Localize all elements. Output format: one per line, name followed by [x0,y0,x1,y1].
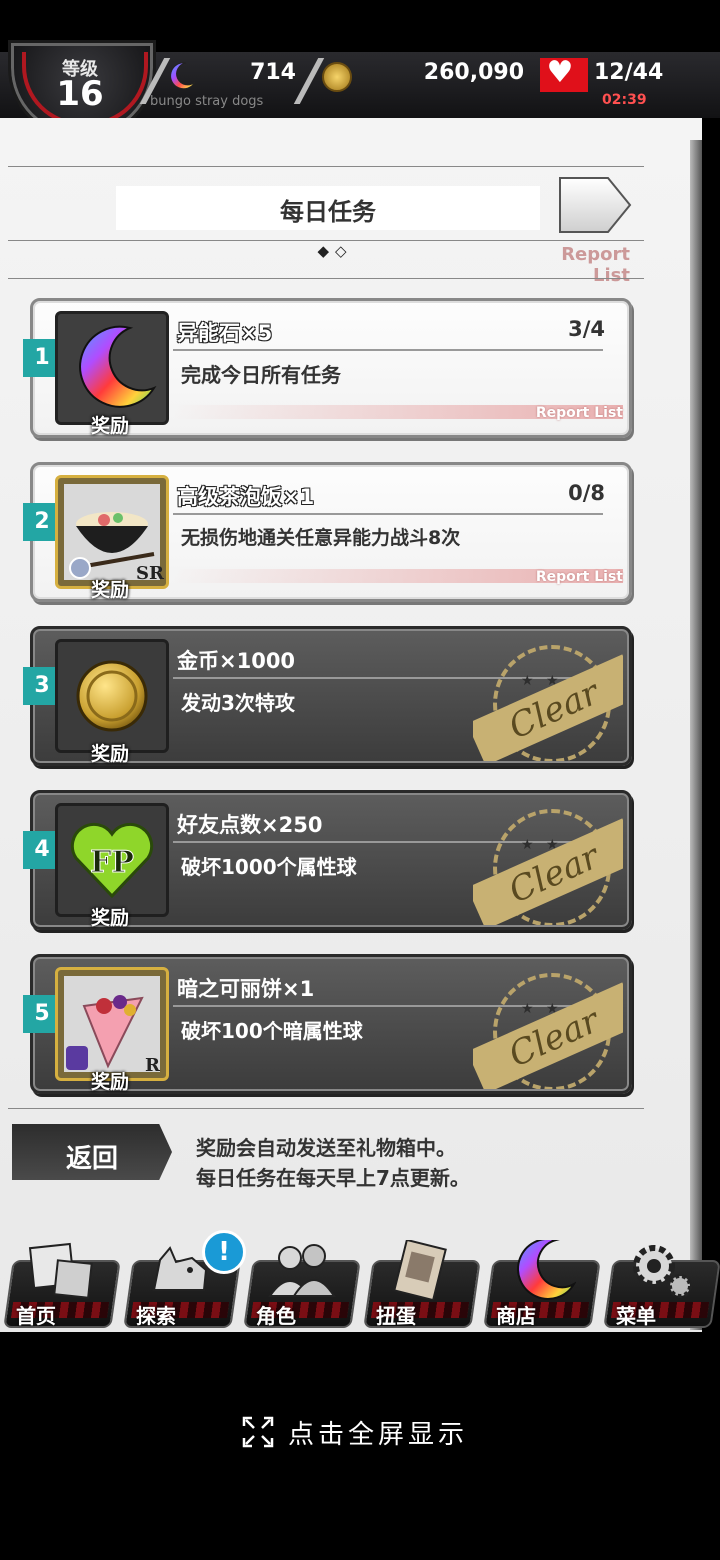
mission-description: 破坏100个暗属性球 [181,1019,363,1043]
clear-stamp: ★ ★ Clear [473,637,623,761]
clear-stamp: ★ ★ Clear [473,801,623,925]
characters-icon [268,1244,336,1297]
report-list-link[interactable]: Report List [520,244,630,286]
nav-label: 扭蛋 [376,1304,416,1328]
reward-name: 好友点数×250 [177,813,323,837]
divider [8,278,644,279]
fp-heart-icon: FP [70,822,154,899]
reward-label: 奖励 [91,907,130,929]
fullscreen-hint[interactable]: 点击全屏显示 [288,1414,468,1451]
shop-gem-icon [517,1240,576,1300]
mission-description: 破坏1000个属性球 [181,855,357,879]
mission-description: 发动3次特攻 [181,691,295,715]
page-indicator: ◆◇ [317,242,353,260]
menu-gear-icon [633,1245,692,1298]
mission-description: 无损伤地通关任意异能力战斗8次 [181,527,461,549]
level-value: 16 [56,74,104,114]
nav-label: 角色 [256,1304,296,1328]
mission-description: 完成今日所有任务 [181,363,341,387]
nav-label: 首页 [16,1304,56,1328]
mission-card[interactable]: 4 FP 奖励 好友点数×250 破坏1000个属性球 ★ ★ Clear [23,790,632,930]
nav-label: 菜单 [616,1304,656,1328]
next-page-arrow-icon[interactable] [558,176,632,234]
gacha-card-icon [393,1240,447,1300]
mission-progress: 3/4 [568,317,605,341]
page-title: 每日任务 [280,198,376,226]
stone-count: 714 [250,60,296,85]
stone-icon [170,62,196,90]
divider [8,166,644,167]
game-subtitle: bungo stray dogs [150,94,264,109]
divider [8,1108,644,1109]
reward-name: 高级茶泡饭×1 [177,485,315,509]
card-report-label: Report List [535,569,623,585]
reward-label: 奖励 [91,1071,130,1093]
nav-label: 商店 [496,1304,536,1328]
reward-label: 奖励 [91,579,130,601]
stamina-timer: 02:39 [602,92,647,108]
mission-card[interactable]: 1 奖励 异能石×5 3/4 完成今日所有任务 Report List [23,298,632,438]
reward-label: 奖励 [91,415,130,437]
home-book-icon [28,1242,93,1299]
mission-progress: 0/8 [568,481,605,505]
reward-name: 异能石×5 [177,321,273,345]
nav-home[interactable]: 首页 [3,1240,121,1328]
nav-label: 探索 [136,1304,176,1328]
nav-characters[interactable]: 角色 [243,1240,361,1328]
info-note: 奖励会自动发送至礼物箱中。 [196,1136,456,1160]
nav-shop[interactable]: 商店 [483,1240,601,1328]
rarity-badge: R [145,1055,160,1076]
bottom-nav: 首页 探索 角色 扭蛋 商店 菜单 [0,1232,720,1332]
notification-badge: ! [202,1230,246,1274]
rarity-badge: SR [136,563,164,584]
nav-menu[interactable]: 菜单 [603,1240,720,1328]
card-divider [173,513,603,515]
reward-box: R [55,967,169,1081]
mission-card[interactable]: 2 SR 奖励 高级茶泡饭×1 0/8 无损伤地通关任意异能力战斗8次 Repo… [23,462,632,602]
card-divider [173,349,603,351]
reward-box [55,639,169,753]
panel-edge [690,140,702,1330]
nav-gacha[interactable]: 扭蛋 [363,1240,481,1328]
fullscreen-icon[interactable] [242,1416,274,1448]
mission-card[interactable]: 5 R 奖励 暗之可丽饼×1 破坏100个暗属性球 ★ ★ Clear [23,954,632,1094]
reward-label: 奖励 [91,743,130,765]
reward-name: 金币×1000 [177,649,296,673]
coin-count: 260,090 [423,60,524,85]
card-report-label: Report List [535,405,623,421]
reward-box [55,311,169,425]
back-button-label[interactable]: 返回 [12,1138,172,1175]
gold-coin-icon [76,660,148,732]
reward-box: SR [55,475,169,589]
coin-icon [322,62,352,92]
stamina-count: 12/44 [594,60,664,85]
reward-name: 暗之可丽饼×1 [177,977,315,1001]
divider [8,240,644,241]
clear-stamp: ★ ★ Clear [473,965,623,1089]
heart-icon: ♥ [546,55,574,90]
reward-box: FP [55,803,169,917]
fp-text: FP [90,845,134,880]
info-note: 每日任务在每天早上7点更新。 [196,1166,470,1190]
crescent-gem-icon [79,325,157,408]
mission-card[interactable]: 3 奖励 金币×1000 发动3次特攻 ★ ★ Clear [23,626,632,766]
